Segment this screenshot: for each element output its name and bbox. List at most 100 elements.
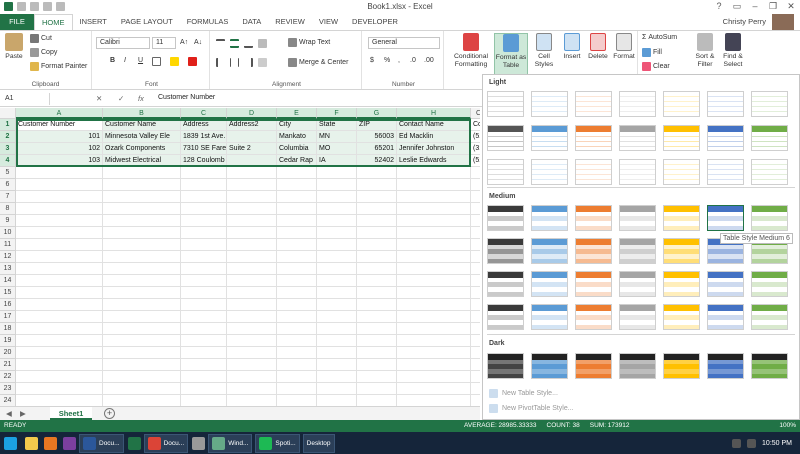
cell[interactable] <box>357 203 397 215</box>
cell[interactable]: Address2 <box>227 119 277 131</box>
cell[interactable] <box>397 239 471 251</box>
cell[interactable]: Minnesota Valley Ele <box>103 131 181 143</box>
cell[interactable] <box>397 179 471 191</box>
row-header[interactable]: 2 <box>0 131 16 143</box>
table-style-swatch[interactable] <box>487 271 524 297</box>
cell[interactable] <box>317 371 357 383</box>
cell[interactable] <box>357 347 397 359</box>
table-style-swatch[interactable] <box>487 159 524 185</box>
cell[interactable] <box>317 299 357 311</box>
cell[interactable] <box>277 287 317 299</box>
row-header[interactable]: 17 <box>0 311 16 323</box>
autosum-button[interactable]: Σ AutoSum <box>642 34 677 41</box>
cell[interactable] <box>103 227 181 239</box>
cell[interactable] <box>227 347 277 359</box>
cell[interactable] <box>357 191 397 203</box>
fill-color-button[interactable] <box>170 57 179 66</box>
table-style-swatch[interactable] <box>751 125 788 151</box>
table-style-swatch[interactable] <box>707 91 744 117</box>
column-header[interactable]: H <box>397 108 471 119</box>
top-align-icon[interactable] <box>216 39 225 48</box>
new-pivot-style-link[interactable]: New PivotTable Style... <box>489 404 574 413</box>
worksheet-grid[interactable]: ABCDEFGHCo1Customer NumberCustomer NameA… <box>0 108 480 406</box>
cell[interactable] <box>181 263 227 275</box>
row-header[interactable]: 13 <box>0 263 16 275</box>
orientation-icon[interactable] <box>258 39 267 48</box>
horizontal-align-buttons[interactable] <box>216 58 267 67</box>
font-color-button[interactable] <box>188 57 197 66</box>
cell[interactable] <box>471 179 480 191</box>
table-style-swatch[interactable] <box>751 159 788 185</box>
cell[interactable] <box>357 287 397 299</box>
table-style-swatch[interactable] <box>575 353 612 379</box>
row-header[interactable]: 10 <box>0 227 16 239</box>
table-style-swatch[interactable] <box>751 353 788 379</box>
cell[interactable] <box>181 275 227 287</box>
cell[interactable] <box>16 323 103 335</box>
cell[interactable] <box>397 251 471 263</box>
cell[interactable] <box>357 179 397 191</box>
cell[interactable] <box>397 263 471 275</box>
excel-taskbar-icon[interactable] <box>127 436 141 450</box>
cell[interactable] <box>277 203 317 215</box>
cell[interactable] <box>227 395 277 406</box>
cell[interactable] <box>397 395 471 406</box>
cell[interactable] <box>16 179 103 191</box>
cell[interactable] <box>277 167 317 179</box>
cell[interactable] <box>277 251 317 263</box>
cell[interactable] <box>397 215 471 227</box>
cell[interactable] <box>227 263 277 275</box>
cell[interactable] <box>227 251 277 263</box>
table-style-swatch[interactable] <box>707 205 744 231</box>
cell[interactable]: 103 <box>16 155 103 167</box>
cell[interactable] <box>471 287 480 299</box>
cell[interactable] <box>397 191 471 203</box>
tab-formulas[interactable]: FORMULAS <box>180 14 236 30</box>
table-style-swatch[interactable] <box>575 238 612 264</box>
row-header[interactable]: 20 <box>0 347 16 359</box>
row-header[interactable]: 7 <box>0 191 16 203</box>
cell[interactable] <box>103 359 181 371</box>
cell[interactable]: 1839 1st Ave. N. <box>181 131 227 143</box>
table-style-swatch[interactable] <box>663 238 700 264</box>
cell[interactable]: State <box>317 119 357 131</box>
cell[interactable] <box>471 371 480 383</box>
row-header[interactable]: 15 <box>0 287 16 299</box>
cell[interactable] <box>357 383 397 395</box>
column-header[interactable]: B <box>103 108 181 119</box>
insert-cells-button[interactable]: Insert <box>560 33 584 61</box>
close-button[interactable]: ✕ <box>782 0 800 13</box>
tab-home[interactable]: HOME <box>34 14 73 30</box>
cell[interactable]: 52402 <box>357 155 397 167</box>
cell[interactable]: City <box>277 119 317 131</box>
table-style-swatch[interactable] <box>707 159 744 185</box>
cell[interactable] <box>317 263 357 275</box>
cell[interactable] <box>317 311 357 323</box>
cell[interactable]: Jennifer Johnston <box>397 143 471 155</box>
cell[interactable]: MO <box>317 143 357 155</box>
cell[interactable] <box>103 251 181 263</box>
row-header[interactable]: 9 <box>0 215 16 227</box>
file-explorer-icon[interactable] <box>25 436 38 450</box>
cell[interactable] <box>397 323 471 335</box>
taskbar-desktop[interactable]: Desktop <box>302 433 335 453</box>
column-header[interactable]: G <box>357 108 397 119</box>
table-style-swatch[interactable] <box>663 271 700 297</box>
cell[interactable] <box>317 383 357 395</box>
formula-input[interactable]: Customer Number <box>158 94 215 101</box>
cell[interactable] <box>227 167 277 179</box>
italic-button[interactable]: I <box>124 57 126 64</box>
cell[interactable] <box>277 215 317 227</box>
table-style-swatch[interactable] <box>531 91 568 117</box>
cell[interactable] <box>227 359 277 371</box>
cell[interactable]: Contact Name <box>397 119 471 131</box>
cell[interactable] <box>397 299 471 311</box>
cell[interactable] <box>277 371 317 383</box>
cell[interactable]: Suite 2 <box>227 143 277 155</box>
cell[interactable] <box>181 395 227 406</box>
name-box[interactable]: A1 <box>2 93 50 105</box>
table-style-swatch[interactable] <box>531 159 568 185</box>
table-style-swatch[interactable] <box>663 159 700 185</box>
table-style-swatch[interactable] <box>487 205 524 231</box>
row-header[interactable]: 24 <box>0 395 16 406</box>
